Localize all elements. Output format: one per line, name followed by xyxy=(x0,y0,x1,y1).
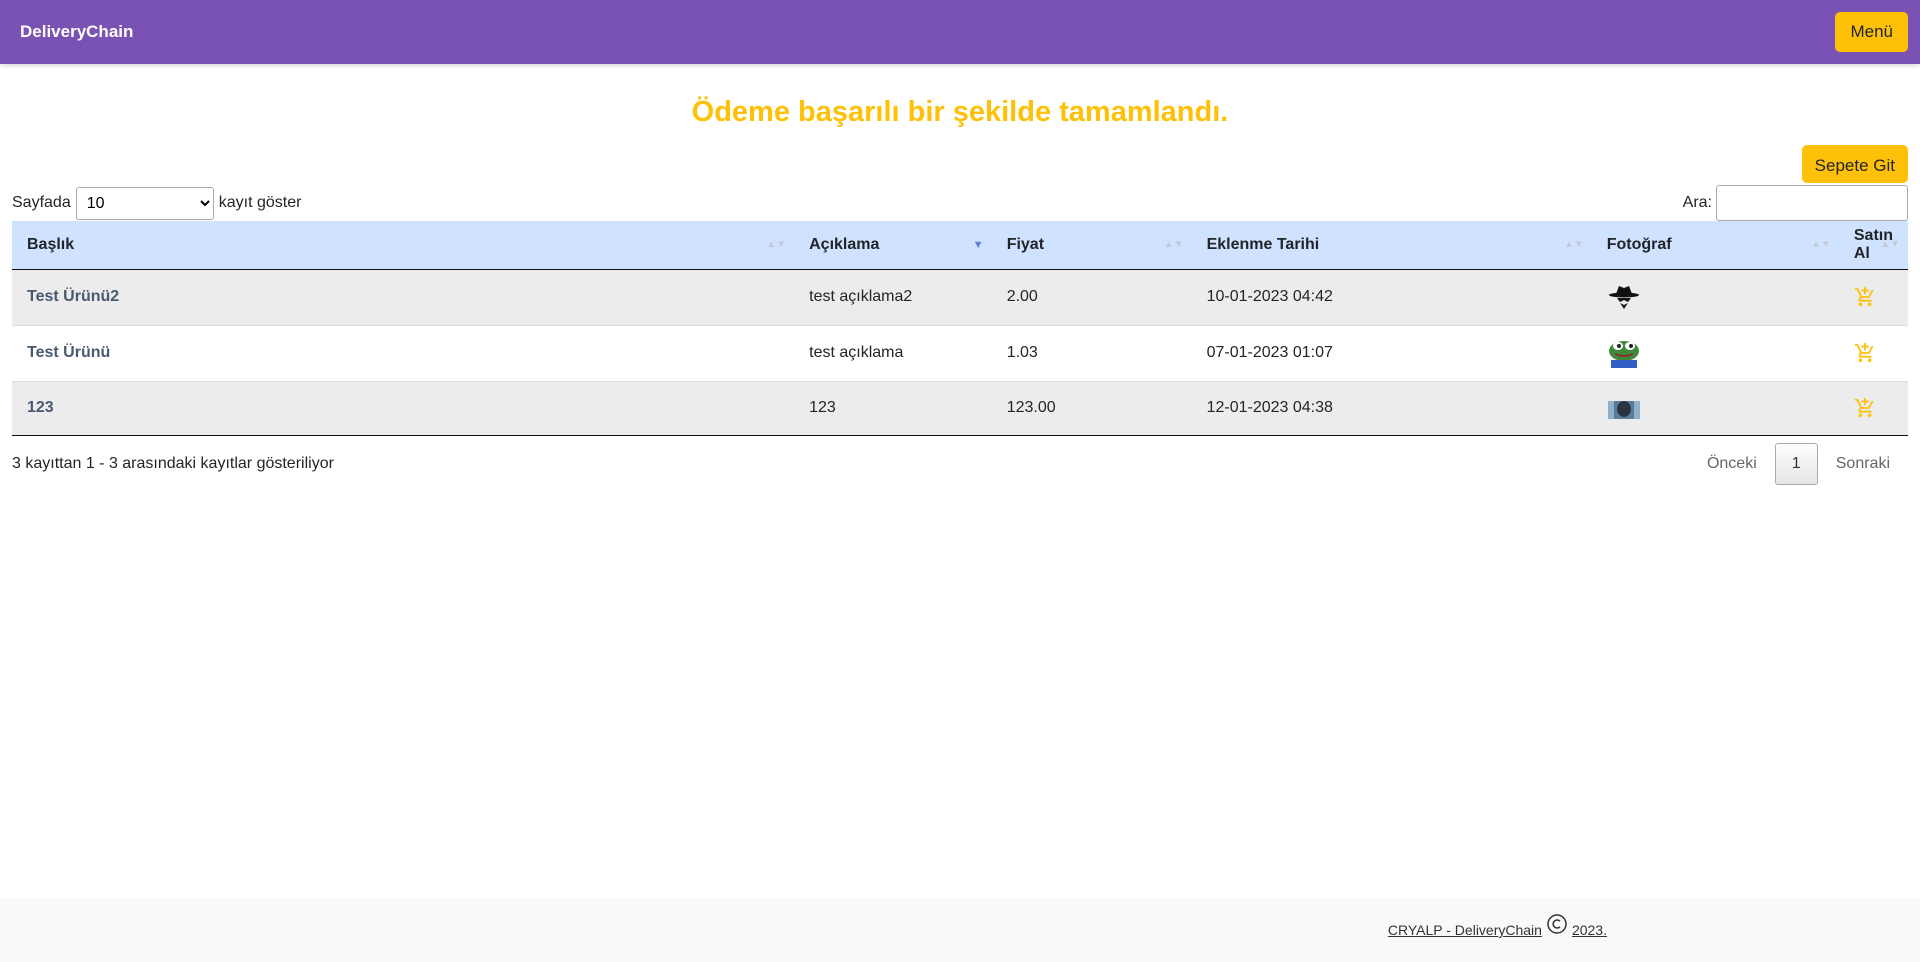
sort-icon: ▲▼ xyxy=(1880,238,1900,250)
column-header-photo[interactable]: Fotoğraf ▲▼ xyxy=(1591,221,1839,270)
table-row: 123 123 123.00 12-01-2023 04:38 xyxy=(12,381,1908,436)
column-header-price[interactable]: Fiyat ▲▼ xyxy=(991,221,1192,270)
product-title-link[interactable]: Test Ürünü xyxy=(27,344,110,361)
frog-image xyxy=(1606,338,1641,368)
success-message: Ödeme başarılı bir şekilde tamamlandı. xyxy=(691,96,1229,128)
add-to-cart-icon[interactable] xyxy=(1854,342,1876,364)
product-date: 07-01-2023 01:07 xyxy=(1206,344,1333,361)
column-header-date[interactable]: Eklenme Tarihi ▲▼ xyxy=(1191,221,1592,270)
column-header-label: Fotoğraf xyxy=(1606,235,1672,253)
table-row: Test Ürünü test açıklama 1.03 07-01-2023… xyxy=(12,325,1908,381)
search-label: Ara: xyxy=(1682,194,1712,211)
go-to-cart-button[interactable]: Sepete Git xyxy=(1801,145,1908,183)
add-to-cart-icon[interactable] xyxy=(1854,397,1876,419)
column-header-label: Açıklama xyxy=(809,235,880,253)
spy-hat-image xyxy=(1606,282,1641,312)
table-header-row: Başlık ▲▼ Açıklama ▼ Fiyat ▲▼ Eklenme Ta… xyxy=(12,221,1908,270)
page-button-1[interactable]: 1 xyxy=(1774,442,1818,485)
page-length-prefix: Sayfada xyxy=(12,194,71,211)
sort-desc-icon: ▼ xyxy=(972,238,984,251)
column-header-label: Fiyat xyxy=(1006,235,1045,253)
brand-logo[interactable]: DeliveryChain xyxy=(20,22,133,42)
product-price: 123.00 xyxy=(991,381,1192,436)
next-page-button[interactable]: Sonraki xyxy=(1818,455,1908,473)
page-length-select[interactable]: 10 xyxy=(75,186,214,220)
page-footer: CRYALP - DeliveryChain 2023. xyxy=(0,898,1920,962)
previous-page-button[interactable]: Önceki xyxy=(1689,455,1775,473)
column-header-label: Başlık xyxy=(27,235,75,253)
page-length-control: Sayfada 10 kayıt göster xyxy=(12,186,302,220)
product-title-link[interactable]: Test Ürünü2 xyxy=(27,288,119,305)
products-table-wrapper: Başlık ▲▼ Açıklama ▼ Fiyat ▲▼ Eklenme Ta… xyxy=(0,221,1920,436)
pagination: Önceki 1 Sonraki xyxy=(1689,442,1908,485)
page-length-suffix: kayıt göster xyxy=(218,194,302,211)
footer-text-right: 2023. xyxy=(1571,922,1607,938)
products-table: Başlık ▲▼ Açıklama ▼ Fiyat ▲▼ Eklenme Ta… xyxy=(12,221,1908,436)
product-description: test açıklama2 xyxy=(809,288,913,305)
footer-link[interactable]: CRYALP - DeliveryChain 2023. xyxy=(1387,914,1607,941)
column-header-title[interactable]: Başlık ▲▼ xyxy=(12,221,795,270)
table-row: Test Ürünü2 test açıklama2 2.00 10-01-20… xyxy=(12,269,1908,325)
navbar: DeliveryChain Menü xyxy=(0,0,1920,64)
table-info: 3 kayıttan 1 - 3 arasındaki kayıtlar gös… xyxy=(12,454,334,472)
top-actions: Sepete Git xyxy=(0,145,1920,183)
table-controls: Sayfada 10 kayıt göster Ara: xyxy=(0,185,1920,221)
product-price: 2.00 xyxy=(1006,288,1038,305)
product-description: 123 xyxy=(794,381,992,436)
sort-icon: ▲▼ xyxy=(1563,238,1584,250)
product-title-link[interactable]: 123 xyxy=(27,399,54,416)
table-footer: 3 kayıttan 1 - 3 arasındaki kayıtlar gös… xyxy=(0,442,1920,485)
sort-icon: ▲▼ xyxy=(1163,238,1184,250)
product-date: 10-01-2023 04:42 xyxy=(1206,288,1333,305)
product-description: test açıklama xyxy=(809,344,904,361)
sort-icon: ▲▼ xyxy=(1811,238,1831,250)
sort-icon: ▲▼ xyxy=(766,238,787,250)
footer-text-left: CRYALP - DeliveryChain xyxy=(1387,922,1542,938)
dark-portrait-image xyxy=(1606,393,1641,423)
product-date: 12-01-2023 04:38 xyxy=(1191,381,1592,436)
column-header-buy[interactable]: Satın Al ▲▼ xyxy=(1838,221,1908,270)
product-price: 1.03 xyxy=(1006,344,1038,361)
search-input[interactable] xyxy=(1716,185,1908,221)
copyright-icon xyxy=(1547,914,1567,934)
search-control: Ara: xyxy=(1683,185,1908,221)
menu-button[interactable]: Menü xyxy=(1835,12,1908,52)
add-to-cart-icon[interactable] xyxy=(1854,286,1876,308)
column-header-label: Eklenme Tarihi xyxy=(1206,235,1320,253)
column-header-description[interactable]: Açıklama ▼ xyxy=(794,221,992,270)
